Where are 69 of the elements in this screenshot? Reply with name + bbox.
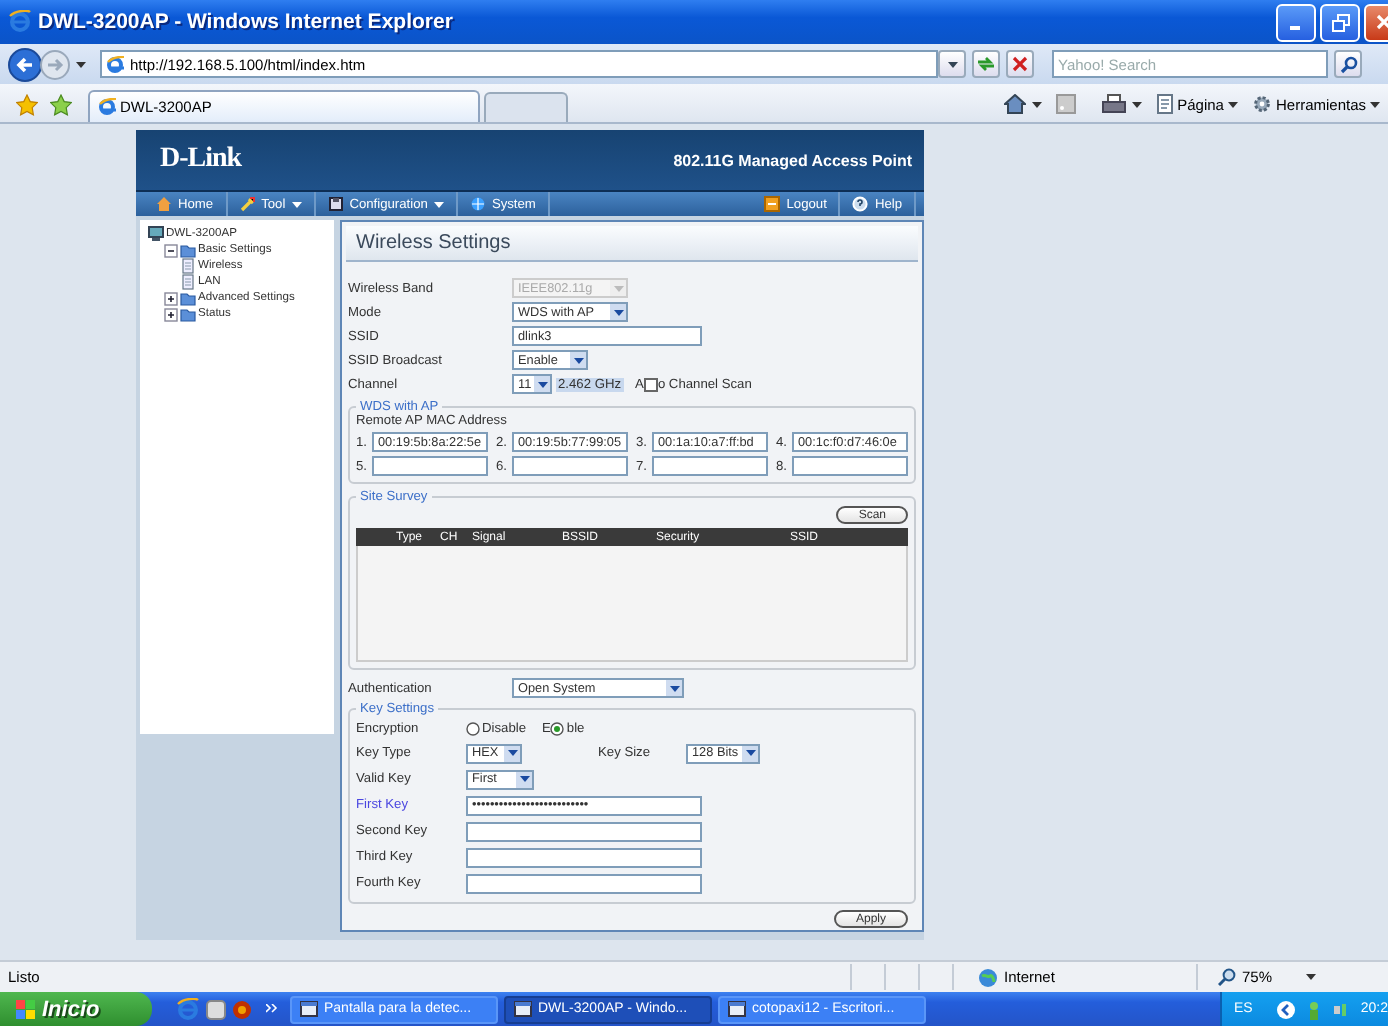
expander-icon[interactable]: [164, 291, 178, 305]
close-icon: [1376, 14, 1388, 30]
caret-icon: [433, 201, 444, 207]
caret-icon: [519, 776, 529, 782]
favorites-icon[interactable]: [16, 93, 38, 115]
restore-button[interactable]: [1320, 3, 1360, 41]
radio-button[interactable]: [466, 721, 480, 735]
product-name: 802.11G Managed Access Point: [673, 151, 912, 169]
wrench-icon: [239, 196, 256, 212]
gear-icon: [1251, 94, 1272, 114]
caret-icon: [1370, 101, 1380, 107]
stop-button[interactable]: [1006, 50, 1034, 78]
caret-icon: [745, 750, 755, 756]
restore-icon: [1331, 13, 1349, 31]
dropdown-button[interactable]: [938, 50, 966, 78]
search-icon: [1339, 55, 1357, 73]
browser-icon[interactable]: [176, 997, 200, 1021]
caret-icon: [613, 285, 623, 291]
mac-address-field[interactable]: [372, 456, 488, 476]
window-title: DWL-3200AP - Windows Internet Explorer: [38, 10, 453, 34]
add-favorite-icon[interactable]: [50, 93, 72, 115]
caret-icon: [1227, 101, 1238, 107]
globe-icon: [978, 967, 998, 987]
floppy-icon: [327, 196, 344, 212]
browser-icon: [8, 10, 32, 34]
checkbox[interactable]: [643, 377, 658, 391]
input-field[interactable]: [466, 821, 702, 841]
computer-icon: [148, 226, 164, 242]
refresh-button[interactable]: [972, 50, 1000, 78]
stop-icon: [1012, 56, 1028, 72]
media-icon[interactable]: [232, 999, 252, 1019]
window-icon: [514, 1000, 532, 1018]
caret-icon: [537, 381, 547, 387]
logo: D-Link: [160, 144, 242, 176]
expander-icon[interactable]: [164, 307, 178, 321]
refresh-icon: [976, 56, 996, 72]
folder-icon: [180, 242, 196, 258]
home-icon: [156, 196, 172, 212]
caret-icon: [947, 61, 957, 67]
window-icon: [728, 1000, 746, 1018]
back-button[interactable]: [8, 47, 42, 81]
chevron-icon[interactable]: [266, 1003, 278, 1015]
help-icon: [852, 196, 869, 212]
door-icon: [764, 196, 781, 212]
panel-title: Wireless Settings: [346, 226, 918, 262]
caret-icon: [1131, 101, 1142, 107]
caret-icon: [613, 309, 623, 315]
mac-address-field[interactable]: [792, 456, 908, 476]
print-icon[interactable]: [1101, 94, 1126, 114]
caret-icon: [1031, 101, 1042, 107]
expander-icon[interactable]: [164, 243, 178, 257]
search-button[interactable]: [1334, 50, 1362, 78]
globe-icon: [469, 196, 486, 212]
caret-icon: [76, 61, 86, 67]
mac-address-field[interactable]: [512, 456, 628, 476]
radio-button[interactable]: [550, 721, 565, 735]
input-field[interactable]: [466, 873, 702, 893]
caret-icon: [291, 201, 302, 207]
caret-icon: [573, 357, 583, 363]
caret-icon: [1306, 974, 1317, 980]
window-icon: [300, 1000, 318, 1018]
zoom-icon: [1218, 968, 1236, 986]
caret-icon: [669, 685, 679, 691]
minimize-button[interactable]: [1276, 3, 1316, 41]
input-field[interactable]: [466, 847, 702, 867]
home-icon[interactable]: [1003, 94, 1026, 114]
caret-icon: [507, 750, 517, 756]
windows-flag-icon: [16, 999, 36, 1019]
mac-address-field[interactable]: [652, 456, 768, 476]
